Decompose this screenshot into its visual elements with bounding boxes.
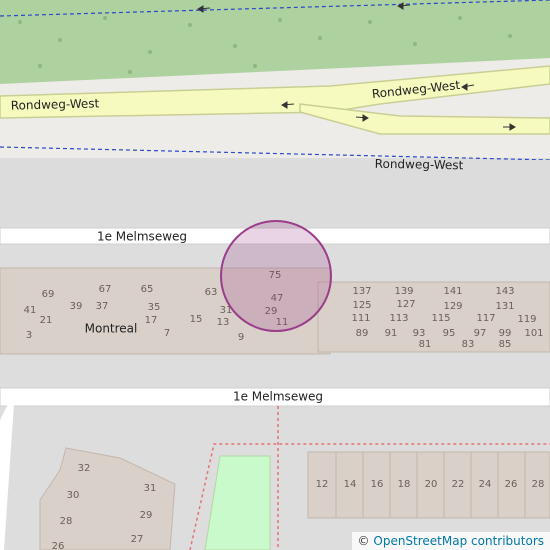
house-number: 65 (141, 284, 154, 295)
house-number: 21 (40, 315, 53, 326)
house-number: 30 (67, 490, 80, 501)
house-number: 26 (505, 479, 518, 490)
house-number: 32 (78, 463, 91, 474)
house-number: 93 (413, 328, 426, 339)
house-number: 24 (479, 479, 492, 490)
house-number: 39 (70, 301, 83, 312)
house-number: 20 (425, 479, 438, 490)
label-rondweg-west-left: Rondweg-West (11, 96, 100, 112)
house-number: 113 (389, 313, 408, 324)
house-number: 129 (443, 301, 462, 312)
house-number: 111 (351, 313, 370, 324)
house-number: 115 (431, 313, 450, 324)
house-number: 28 (60, 516, 73, 527)
house-number: 91 (385, 328, 398, 339)
house-number: 131 (495, 301, 514, 312)
house-number: 119 (517, 314, 536, 325)
house-number: 127 (396, 299, 415, 310)
house-number: 12 (316, 479, 329, 490)
house-number: 125 (352, 300, 371, 311)
house-number: 41 (24, 305, 37, 316)
house-number: 17 (145, 315, 158, 326)
osm-contributors-link[interactable]: OpenStreetMap contributors (373, 534, 544, 548)
house-number: 9 (238, 332, 244, 343)
label-rondweg-west-lower: Rondweg-West (375, 157, 464, 173)
house-number: 139 (394, 286, 413, 297)
house-number: 143 (495, 286, 514, 297)
house-number: 26 (52, 541, 65, 550)
house-number: 18 (398, 479, 411, 490)
house-number: 37 (96, 301, 109, 312)
house-number: 97 (474, 328, 487, 339)
map-canvas[interactable]: Rondweg-West Rondweg-West Rondweg-West 1… (0, 0, 550, 550)
map-attribution: © OpenStreetMap contributors (351, 532, 550, 550)
house-number: 83 (462, 339, 475, 350)
house-number: 85 (499, 339, 512, 350)
house-number: 14 (344, 479, 357, 490)
house-number: 69 (42, 289, 55, 300)
location-marker[interactable] (220, 220, 332, 332)
copyright-symbol: © (357, 534, 370, 548)
label-melmseweg-upper: 1e Melmseweg (97, 230, 187, 244)
house-number: 95 (443, 328, 456, 339)
house-number: 141 (443, 286, 462, 297)
house-number: 35 (148, 302, 161, 313)
house-number: 7 (164, 328, 170, 339)
house-number: 28 (532, 479, 545, 490)
house-number: 81 (419, 339, 432, 350)
house-number: 99 (499, 328, 512, 339)
house-number: 31 (144, 483, 157, 494)
house-number: 22 (452, 479, 465, 490)
house-number: 3 (26, 330, 32, 341)
house-number: 29 (140, 510, 153, 521)
residential-area (0, 160, 550, 228)
house-number: 89 (356, 328, 369, 339)
house-number: 63 (205, 287, 218, 298)
house-number: 67 (99, 284, 112, 295)
house-number: 13 (217, 317, 230, 328)
label-montreal: Montreal (85, 322, 138, 336)
house-number: 27 (131, 534, 144, 545)
house-number: 101 (524, 328, 543, 339)
map-svg: Rondweg-West Rondweg-West Rondweg-West 1… (0, 0, 550, 550)
house-number: 15 (190, 314, 203, 325)
house-number: 117 (476, 313, 495, 324)
label-melmseweg-lower: 1e Melmseweg (233, 390, 323, 404)
house-number: 137 (352, 286, 371, 297)
house-number: 16 (371, 479, 384, 490)
